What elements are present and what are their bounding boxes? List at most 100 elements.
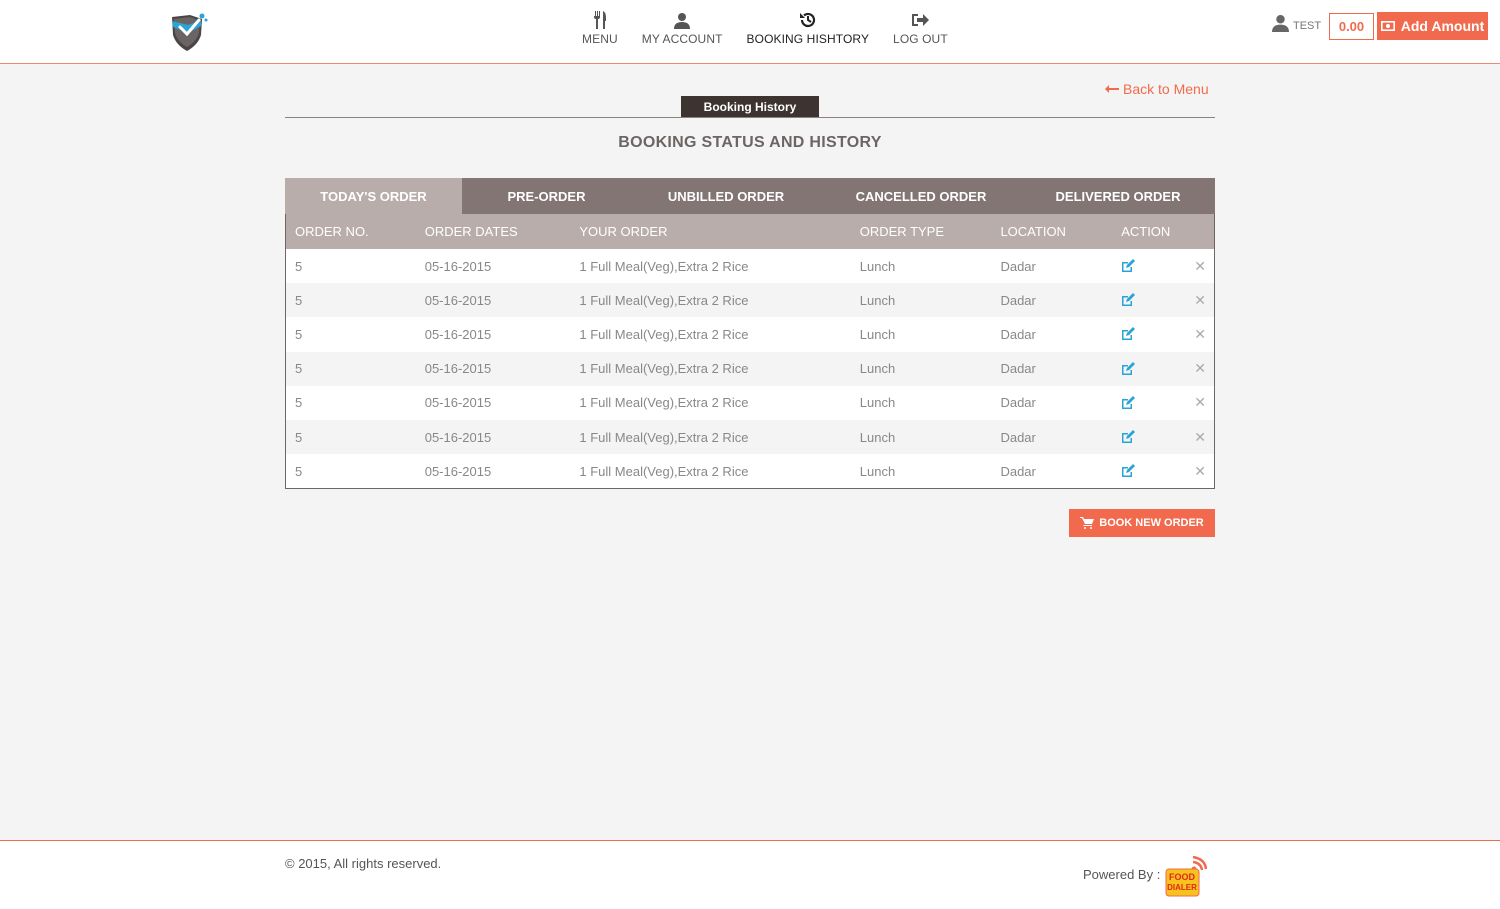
col-order-dates: ORDER DATES [424, 224, 518, 239]
top-header: MENU MY ACCOUNT BOOKING HISHTORY LOG OUT… [0, 0, 1500, 64]
edit-icon[interactable] [1121, 430, 1136, 444]
nav-log-out[interactable]: LOG OUT [881, 10, 960, 46]
tab-unbilled-order[interactable]: UNBILLED ORDER [631, 178, 821, 214]
table-row: 5 05-16-2015 1 Full Meal(Veg),Extra 2 Rice… [286, 351, 1214, 386]
orders-table: ORDER NO. ORDER DATES YOUR ORDER ORDER T… [285, 214, 1215, 490]
edit-icon[interactable] [1121, 361, 1136, 376]
cell-your-order: 1 Full Meal(Veg),Extra 2 Rice [579, 361, 749, 377]
edit-icon[interactable] [1121, 259, 1136, 273]
main-nav: MENU MY ACCOUNT BOOKING HISHTORY LOG OUT [570, 10, 960, 46]
tab-todays-order[interactable]: TODAY'S ORDER [285, 178, 462, 214]
col-order-type: ORDER TYPE [859, 224, 945, 239]
page-title: BOOKING STATUS AND HISTORY [618, 134, 882, 151]
cell-your-order: 1 Full Meal(Veg),Extra 2 Rice [579, 258, 749, 274]
cell-your-order: 1 Full Meal(Veg),Extra 2 Rice [579, 429, 749, 445]
table-row: 5 05-16-2015 1 Full Meal(Veg),Extra 2 Rice… [286, 317, 1214, 352]
cell-order-no: 5 [295, 326, 303, 342]
table-row: 5 05-16-2015 1 Full Meal(Veg),Extra 2 Rice… [286, 419, 1214, 455]
cell-order-type: Lunch [859, 395, 896, 411]
cell-order-type: Lunch [859, 429, 896, 445]
nav-log-out-label: LOG OUT [893, 32, 948, 46]
edit-icon[interactable] [1121, 293, 1136, 307]
order-tabs: TODAY'S ORDER PRE-ORDER UNBILLED ORDER C… [285, 178, 1215, 214]
delete-icon[interactable]: ✕ [1194, 463, 1206, 480]
cell-action: ✕ [1112, 292, 1214, 309]
delete-icon[interactable]: ✕ [1194, 292, 1206, 309]
cell-location: Dadar [1000, 429, 1036, 445]
col-your-order: YOUR ORDER [579, 224, 668, 239]
user-icon [672, 10, 692, 30]
powered-by-label: Powered By : [1083, 867, 1161, 882]
back-to-menu-link[interactable]: Back to Menu [1105, 81, 1209, 97]
table-row: 5 05-16-2015 1 Full Meal(Veg),Extra 2 Rice… [286, 283, 1214, 318]
cell-order-type: Lunch [859, 292, 896, 308]
cell-location: Dadar [1000, 258, 1036, 274]
cell-location: Dadar [1000, 463, 1036, 479]
nav-my-account-label: MY ACCOUNT [641, 32, 723, 46]
tab-pre-order[interactable]: PRE-ORDER [462, 178, 631, 214]
col-action: ACTION [1121, 224, 1171, 239]
back-to-menu-label: Back to Menu [1123, 81, 1209, 97]
cell-order-no: 5 [295, 429, 303, 445]
svg-text:DIALER: DIALER [1167, 883, 1197, 892]
table-row: 5 05-16-2015 1 Full Meal(Veg),Extra 2 Rice… [286, 385, 1214, 420]
book-new-order-label: BOOK NEW ORDER [1099, 517, 1204, 529]
cell-your-order: 1 Full Meal(Veg),Extra 2 Rice [579, 292, 749, 308]
book-new-order-button[interactable]: BOOK NEW ORDER [1069, 509, 1215, 537]
svg-text:FOOD: FOOD [1169, 872, 1195, 882]
cell-location: Dadar [1000, 361, 1036, 377]
edit-icon[interactable] [1121, 327, 1136, 341]
wallet-balance: 0.00 [1329, 13, 1374, 40]
cell-order-type: Lunch [859, 326, 896, 342]
table-body: 5 05-16-2015 1 Full Meal(Veg),Extra 2 Rice… [286, 249, 1214, 489]
cell-order-no: 5 [295, 292, 303, 308]
add-amount-button[interactable]: Add Amount [1377, 12, 1488, 40]
cart-icon [1080, 517, 1095, 529]
col-location: LOCATION [1000, 224, 1066, 239]
cell-action: ✕ [1112, 326, 1214, 343]
footer: © 2015, All rights reserved. Powered By … [0, 840, 1500, 909]
cell-order-date: 05-16-2015 [424, 429, 492, 445]
arrow-left-icon [1105, 85, 1119, 93]
add-amount-label: Add Amount [1400, 18, 1485, 34]
cell-order-date: 05-16-2015 [424, 258, 492, 274]
edit-icon[interactable] [1121, 464, 1136, 478]
tab-delivered-order[interactable]: DELIVERED ORDER [1021, 178, 1215, 214]
cell-order-no: 5 [295, 463, 303, 479]
cell-order-date: 05-16-2015 [424, 326, 492, 342]
nav-booking-history-label: BOOKING HISHTORY [746, 32, 870, 46]
section-divider [285, 117, 1215, 118]
copyright-text: © 2015, All rights reserved. [285, 856, 442, 871]
edit-icon[interactable] [1121, 395, 1136, 410]
cell-action: ✕ [1112, 258, 1214, 275]
nav-booking-history[interactable]: BOOKING HISHTORY [735, 10, 882, 46]
col-order-no: ORDER NO. [295, 224, 369, 239]
cell-action: ✕ [1112, 360, 1214, 377]
cell-order-date: 05-16-2015 [424, 292, 492, 308]
cell-location: Dadar [1000, 395, 1036, 411]
cell-action: ✕ [1112, 394, 1214, 411]
nav-menu[interactable]: MENU [570, 10, 630, 46]
food-dialer-logo[interactable]: FOOD DIALER [1163, 855, 1207, 897]
cell-your-order: 1 Full Meal(Veg),Extra 2 Rice [579, 463, 749, 479]
cell-order-date: 05-16-2015 [424, 395, 492, 411]
cell-order-type: Lunch [859, 463, 896, 479]
cell-location: Dadar [1000, 292, 1036, 308]
delete-icon[interactable]: ✕ [1194, 258, 1206, 275]
nav-my-account[interactable]: MY ACCOUNT [630, 10, 735, 46]
brand-logo[interactable] [168, 11, 208, 53]
delete-icon[interactable]: ✕ [1194, 360, 1206, 377]
cell-order-no: 5 [295, 395, 303, 411]
cell-your-order: 1 Full Meal(Veg),Extra 2 Rice [579, 326, 749, 342]
delete-icon[interactable]: ✕ [1194, 429, 1206, 446]
cell-order-date: 05-16-2015 [424, 361, 492, 377]
delete-icon[interactable]: ✕ [1194, 326, 1206, 343]
table-header: ORDER NO. ORDER DATES YOUR ORDER ORDER T… [286, 214, 1214, 249]
cell-order-type: Lunch [859, 258, 896, 274]
delete-icon[interactable]: ✕ [1194, 394, 1206, 411]
user-box[interactable]: TEST [1272, 14, 1321, 32]
table-row: 5 05-16-2015 1 Full Meal(Veg),Extra 2 Rice… [286, 249, 1214, 284]
tab-cancelled-order[interactable]: CANCELLED ORDER [821, 178, 1021, 214]
money-icon [1380, 21, 1395, 31]
cell-order-no: 5 [295, 361, 303, 377]
